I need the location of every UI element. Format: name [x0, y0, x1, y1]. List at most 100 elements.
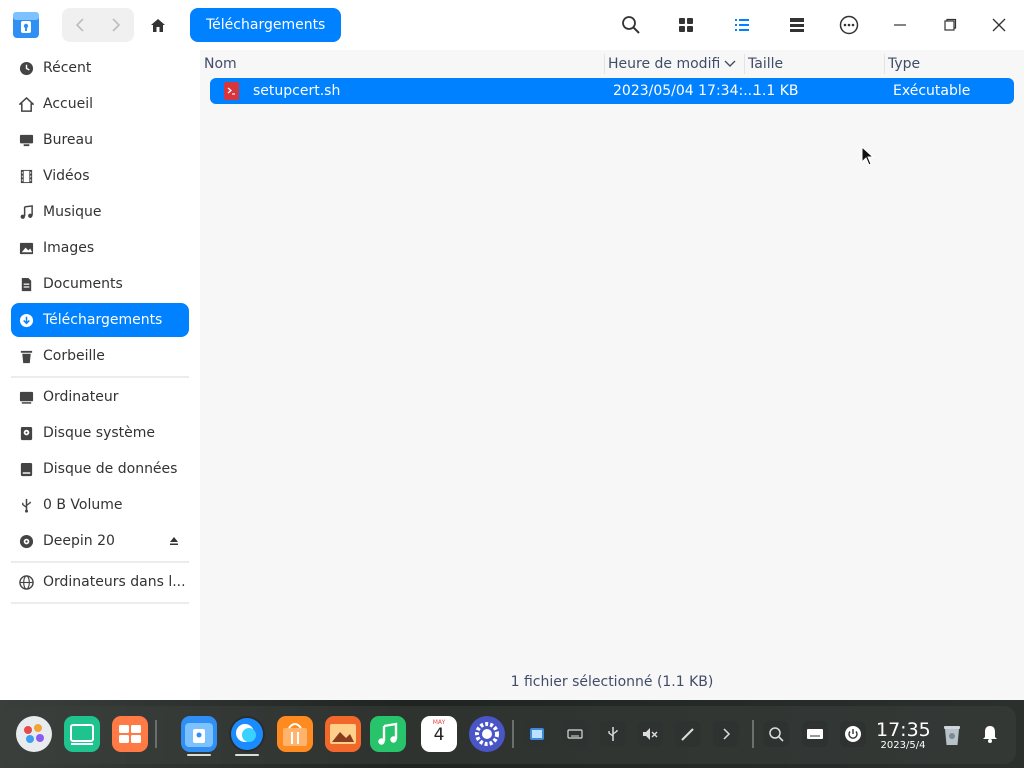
disk-icon	[18, 461, 34, 477]
sidebar-item-trash[interactable]: Corbeille	[11, 339, 189, 373]
disc-icon	[18, 533, 34, 549]
dock-separator	[752, 720, 754, 748]
column-header-modified[interactable]: Heure de modific	[608, 54, 720, 74]
sidebar-item-label: Deepin 20	[43, 533, 115, 549]
home-icon	[151, 18, 165, 32]
clock-time: 17:35	[876, 719, 931, 741]
sidebar-item-volume[interactable]: 0 B Volume	[11, 488, 189, 522]
multitask-view-button[interactable]	[64, 716, 100, 752]
tray-usb[interactable]	[600, 721, 626, 747]
dock-image-viewer[interactable]	[325, 716, 361, 752]
tray-volume[interactable]	[637, 721, 663, 747]
dock-app-store[interactable]	[277, 716, 313, 752]
sidebar-item-label: Ordinateur	[43, 389, 119, 405]
sidebar-item-videos[interactable]: Vidéos	[11, 159, 189, 193]
tray-pen[interactable]	[675, 721, 701, 747]
document-icon	[18, 276, 34, 292]
file-row[interactable]: setupcert.sh 2023/05/04 17:34:... 1.1 KB…	[210, 78, 1014, 104]
usb-icon	[18, 497, 34, 513]
dock-control-center[interactable]	[469, 716, 505, 752]
sidebar-item-deepin[interactable]: Deepin 20	[11, 524, 189, 558]
dock-trash[interactable]	[939, 721, 965, 747]
details-view-button[interactable]	[784, 12, 810, 38]
taskbar-dock: MAY 4 17:35 2023/5/4	[0, 700, 1024, 768]
sidebar-item-desktop[interactable]: Bureau	[11, 123, 189, 157]
more-options-button[interactable]	[836, 12, 862, 38]
column-header-size[interactable]: Taille	[748, 54, 783, 74]
forward-button[interactable]	[98, 8, 134, 42]
sidebar-item-label: Ordinateurs dans l...	[43, 574, 186, 590]
power-icon	[845, 726, 861, 742]
column-header-name[interactable]: Nom	[204, 54, 237, 74]
music-icon	[18, 204, 34, 220]
search-icon	[622, 16, 640, 34]
workspace-button[interactable]	[112, 716, 148, 752]
disk-icon	[18, 425, 34, 441]
volume-muted-icon	[643, 728, 658, 740]
dock-keyboard[interactable]	[802, 721, 828, 747]
back-button[interactable]	[62, 8, 98, 42]
column-divider[interactable]	[884, 54, 885, 74]
trash-icon	[944, 726, 960, 745]
screenshot-icon	[530, 728, 544, 740]
gear-icon	[475, 722, 499, 746]
dock-music-player[interactable]	[370, 716, 406, 752]
list-view-button[interactable]	[729, 12, 755, 38]
dock-clock[interactable]: 17:35 2023/5/4	[876, 719, 931, 752]
sidebar-item-network[interactable]: Ordinateurs dans l...	[11, 565, 189, 599]
dock-browser[interactable]	[229, 716, 265, 752]
minimize-button[interactable]	[887, 12, 913, 38]
eject-icon[interactable]	[169, 534, 179, 550]
running-indicator	[187, 754, 211, 756]
column-header-type[interactable]: Type	[888, 54, 920, 74]
chevron-right-icon	[112, 18, 121, 32]
navigation-group	[62, 8, 134, 42]
tray-onboard[interactable]	[562, 721, 588, 747]
dock-file-manager[interactable]	[181, 716, 217, 752]
sidebar-divider	[11, 602, 189, 604]
status-bar: 1 fichier sélectionné (1.1 KB)	[510, 674, 714, 690]
sidebar-item-music[interactable]: Musique	[11, 195, 189, 229]
sort-descending-icon	[724, 60, 736, 67]
column-divider[interactable]	[744, 54, 745, 74]
launcher-button[interactable]	[16, 716, 52, 752]
dock-search[interactable]	[763, 721, 789, 747]
sidebar-item-label: Documents	[43, 276, 123, 292]
sidebar-divider	[11, 561, 189, 563]
sidebar-item-computer[interactable]: Ordinateur	[11, 380, 189, 414]
sidebar-item-label: Disque de données	[43, 461, 178, 477]
column-divider[interactable]	[604, 54, 605, 74]
sidebar-item-label: Vidéos	[43, 168, 90, 184]
breadcrumb-downloads[interactable]: Téléchargements	[190, 8, 342, 42]
sidebar-item-documents[interactable]: Documents	[11, 267, 189, 301]
dock-separator	[512, 720, 514, 748]
tray-expand[interactable]	[713, 721, 739, 747]
pen-icon	[681, 728, 694, 741]
keyboard-icon	[807, 729, 823, 739]
music-player-icon	[378, 722, 398, 745]
browser-icon	[231, 718, 263, 750]
close-button[interactable]	[986, 12, 1012, 38]
icon-view-button[interactable]	[673, 12, 699, 38]
dock-notifications[interactable]	[977, 721, 1003, 747]
dock-power[interactable]	[840, 721, 866, 747]
home-button[interactable]	[140, 8, 176, 42]
sidebar-item-home[interactable]: Accueil	[11, 87, 189, 121]
titlebar: Téléchargements	[0, 0, 1024, 50]
sidebar-item-system-disk[interactable]: Disque système	[11, 416, 189, 450]
chevron-right-icon	[723, 728, 731, 740]
maximize-button[interactable]	[937, 12, 963, 38]
sidebar-item-label: 0 B Volume	[43, 497, 123, 513]
dock-calendar[interactable]: MAY 4	[421, 716, 457, 752]
list-icon	[735, 19, 749, 31]
sidebar-item-data-disk[interactable]: Disque de données	[11, 452, 189, 486]
usb-icon	[608, 727, 618, 741]
shell-script-icon	[224, 82, 239, 100]
sidebar-item-images[interactable]: Images	[11, 231, 189, 265]
sidebar-item-label: Disque système	[43, 425, 156, 441]
sidebar-item-downloads[interactable]: Téléchargements	[11, 303, 189, 337]
search-button[interactable]	[618, 12, 644, 38]
grid-icon	[679, 18, 693, 32]
tray-screenshot[interactable]	[524, 721, 550, 747]
sidebar-item-recent[interactable]: Récent	[11, 51, 189, 85]
